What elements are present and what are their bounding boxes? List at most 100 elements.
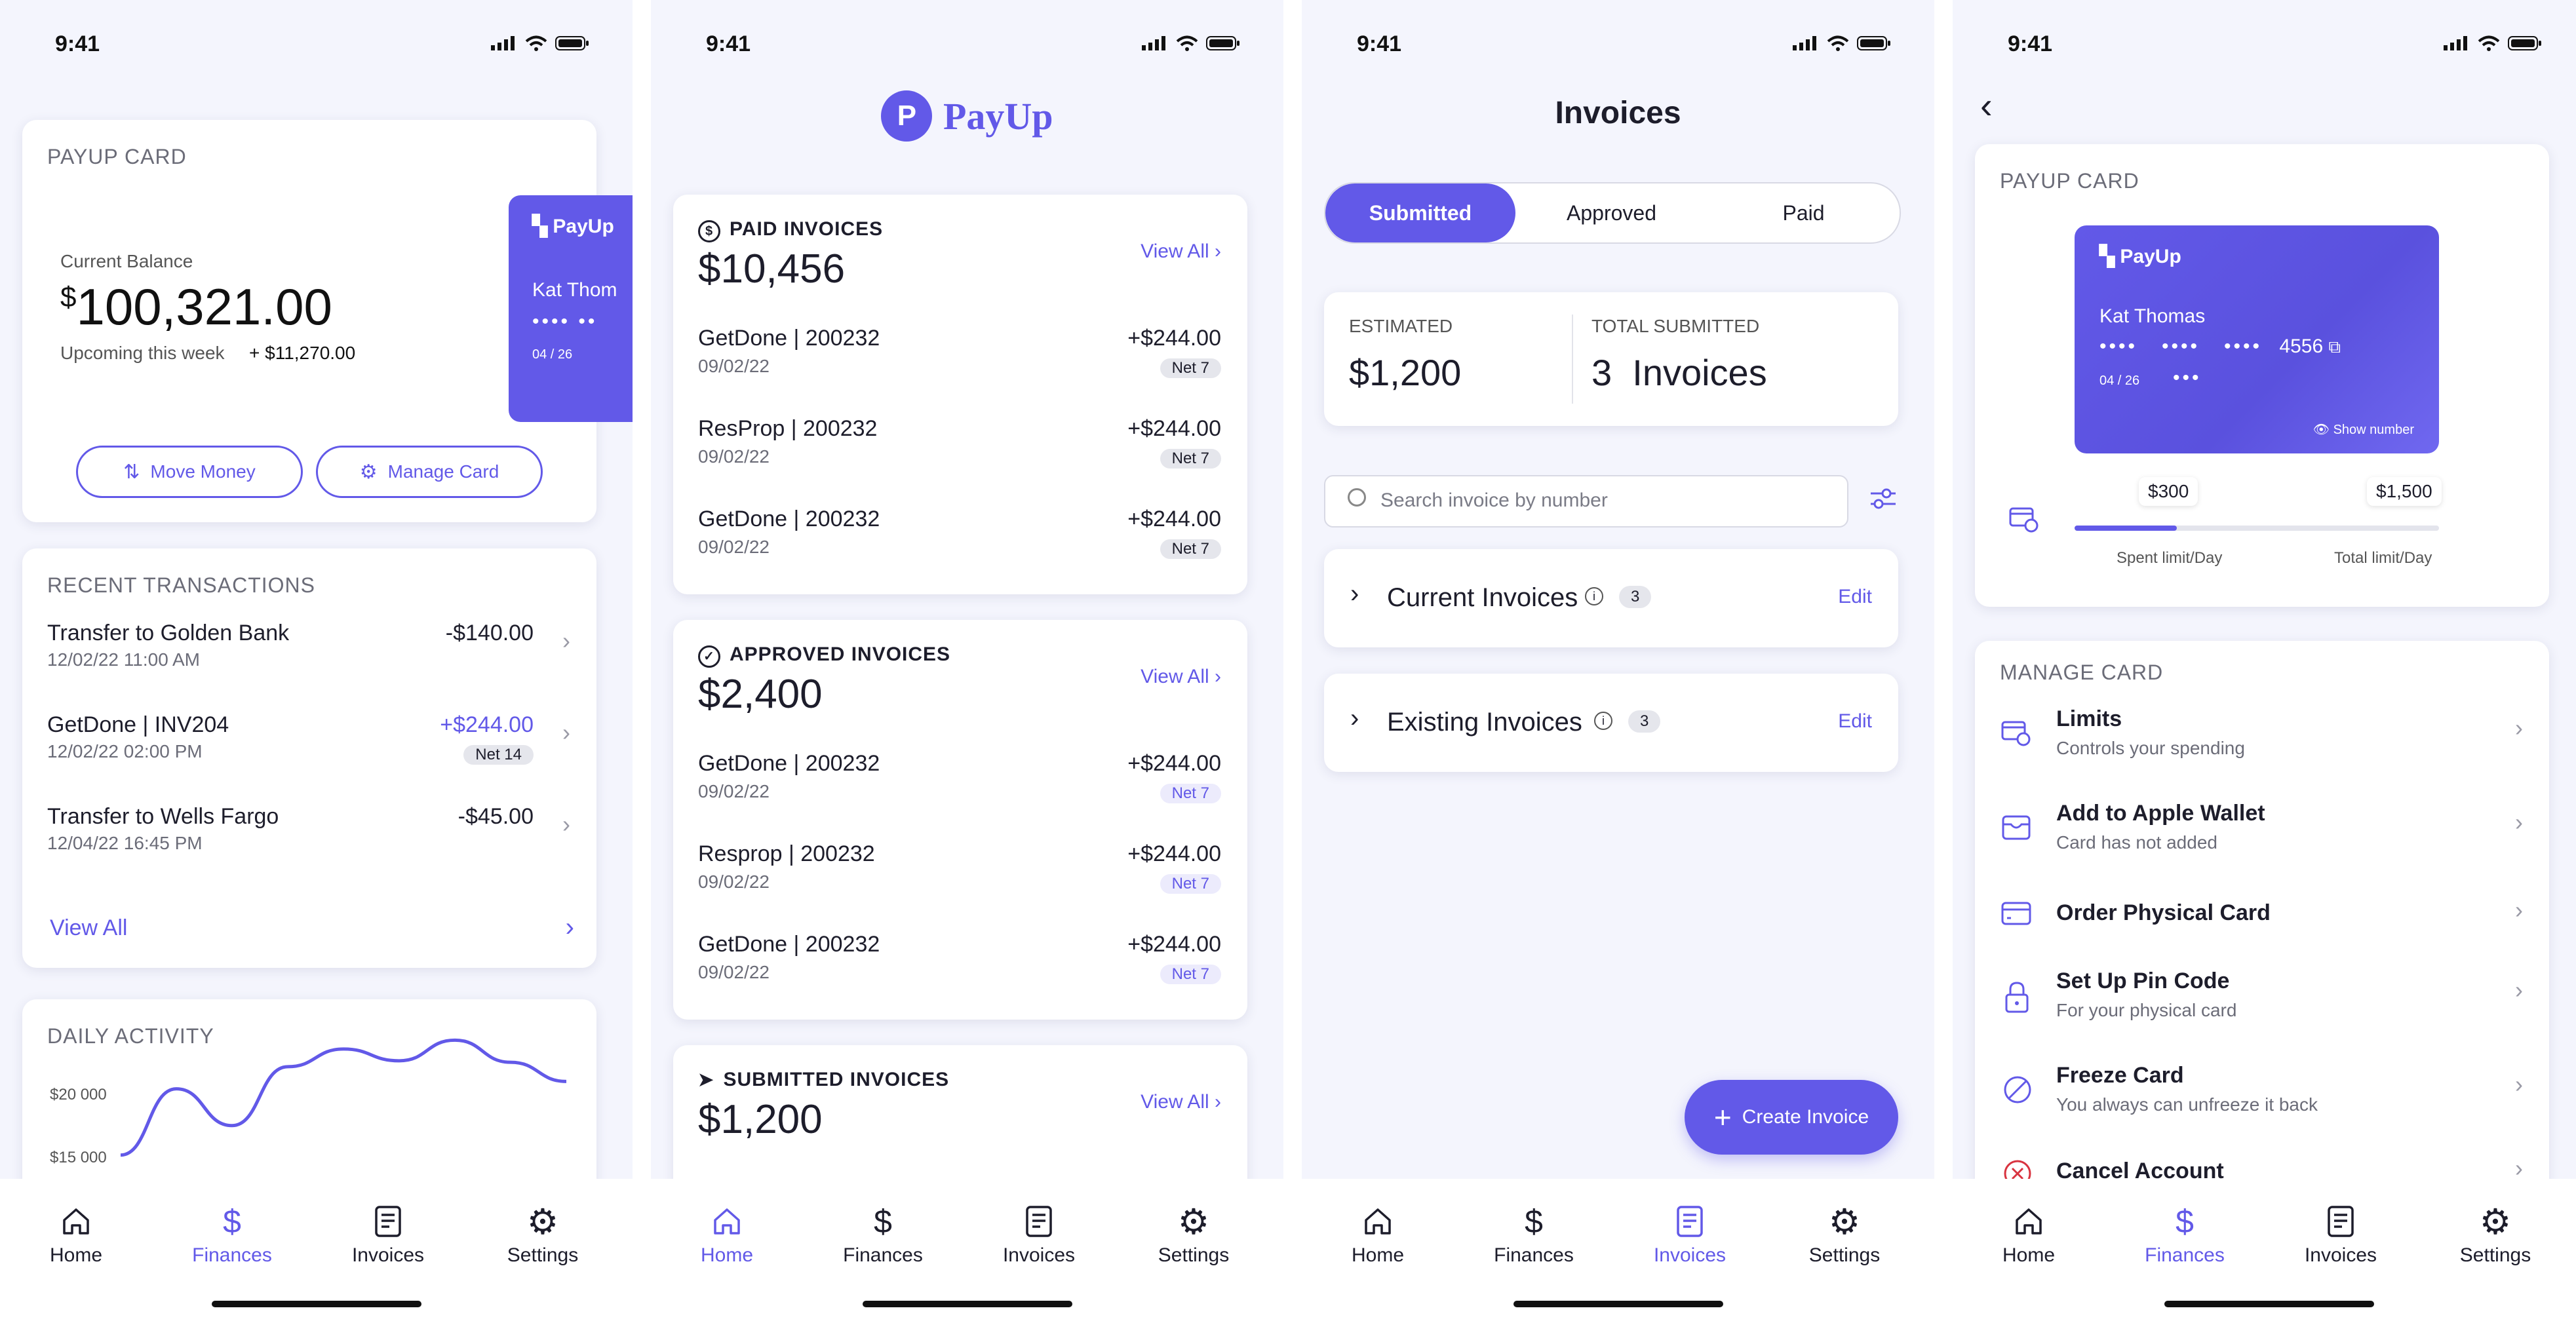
tab-home[interactable]: Home <box>10 1198 142 1267</box>
tab-label: Invoices <box>1653 1244 1727 1266</box>
transaction-row[interactable]: Transfer to Golden Bank 12/02/22 11:00 A… <box>22 621 596 699</box>
summary-panel: ESTIMATED $1,200 TOTAL SUBMITTED 3 Invoi… <box>1324 292 1898 426</box>
segment-submitted[interactable]: Submitted <box>1325 183 1515 242</box>
search-field[interactable]: Search invoice by number <box>1324 475 1848 527</box>
view-all-label: View All <box>50 915 128 940</box>
transaction-row[interactable]: Transfer to Wells Fargo 12/04/22 16:45 P… <box>22 804 596 883</box>
copy-icon[interactable]: ⧉ <box>2328 337 2341 356</box>
dollar-icon: $ <box>223 1203 241 1240</box>
gear-icon: ⚙ <box>2479 1202 2512 1242</box>
filter-icon[interactable] <box>1868 484 1898 514</box>
invoice-row[interactable]: Resprop | 200232 09/02/22 +$244.00 Net 7 <box>673 841 1247 913</box>
tab-label: Invoices <box>1002 1244 1076 1266</box>
tab-invoices[interactable]: Invoices <box>2275 1198 2406 1267</box>
transaction-date: 12/04/22 16:45 PM <box>47 833 203 853</box>
chevron-right-icon: › <box>562 811 570 837</box>
status-icons <box>491 35 589 51</box>
tab-invoices[interactable]: Invoices <box>1624 1198 1755 1267</box>
view-all-link[interactable]: View All › <box>1141 1091 1221 1113</box>
tab-finances[interactable]: $ Finances <box>817 1198 948 1267</box>
tab-home[interactable]: Home <box>1312 1198 1443 1267</box>
tab-label: Home <box>49 1244 103 1266</box>
invoice-amount: +$244.00 <box>1127 932 1221 957</box>
invoice-row[interactable]: GetDone | 200232 09/02/22 +$244.00 Net 7 <box>673 932 1247 1004</box>
manage-item-order-card[interactable]: Order Physical Card › <box>1975 896 2549 953</box>
manage-card-button[interactable]: ⚙ Manage Card <box>316 446 543 498</box>
chevron-right-icon: › <box>2515 714 2523 741</box>
count-badge: 3 <box>1619 586 1652 608</box>
tab-home[interactable]: Home <box>1963 1198 2094 1267</box>
invoice-group[interactable]: › Existing Invoices i 3 Edit <box>1324 674 1898 772</box>
invoice-row[interactable]: ResProp | 200232 09/02/22 +$244.00 Net 7 <box>673 416 1247 488</box>
card-preview[interactable]: ▚ PayUp Kat Thom •••• •• 04 / 26 <box>509 195 633 422</box>
manage-item-apple-wallet[interactable]: Add to Apple Wallet Card has not added › <box>1975 801 2549 879</box>
transaction-row[interactable]: GetDone | INV204 12/02/22 02:00 PM +$244… <box>22 712 596 791</box>
transaction-title: GetDone | INV204 <box>47 712 229 737</box>
tab-label: Settings <box>2459 1244 2531 1266</box>
view-all-link[interactable]: View All › <box>1141 240 1221 263</box>
manage-card-label: Manage Card <box>387 461 499 482</box>
card-cvv: ••• <box>2173 367 2202 389</box>
invoice-date: 09/02/22 <box>698 446 770 467</box>
invoice-date: 09/02/22 <box>698 872 770 892</box>
battery-icon <box>555 36 589 50</box>
create-invoice-button[interactable]: + Create Invoice <box>1685 1080 1898 1155</box>
back-icon[interactable]: ‹ <box>1980 84 1993 126</box>
tab-finances[interactable]: $ Finances <box>2119 1198 2250 1267</box>
payment-card[interactable]: ▚ PayUp Kat Thomas •••• •••• •••• 4556 ⧉… <box>2075 225 2439 453</box>
tab-finances[interactable]: $ Finances <box>166 1198 298 1267</box>
view-all-link[interactable]: View All › <box>50 913 574 948</box>
search-input[interactable]: Search invoice by number <box>1380 489 1608 512</box>
gear-icon: ⚙ <box>1828 1202 1861 1242</box>
tab-finances[interactable]: $ Finances <box>1468 1198 1599 1267</box>
edit-button[interactable]: Edit <box>1838 586 1872 608</box>
tab-label: Finances <box>1494 1244 1574 1266</box>
tab-label: Finances <box>2145 1244 2225 1266</box>
manage-item-pin-code[interactable]: Set Up Pin Code For your physical card › <box>1975 968 2549 1047</box>
battery-icon <box>1206 36 1239 50</box>
finances-screen: 9:41 PAYUP CARD Current Balance $100,321… <box>0 0 633 1323</box>
submitted-value: 3 Invoices <box>1591 352 1767 393</box>
section-total: $2,400 <box>698 672 823 717</box>
invoice-name: GetDone | 200232 <box>698 507 880 531</box>
tab-label: Home <box>700 1244 754 1266</box>
chevron-right-icon: › <box>2515 976 2523 1003</box>
edit-button[interactable]: Edit <box>1838 710 1872 733</box>
manage-item-freeze[interactable]: Freeze Card You always can unfreeze it b… <box>1975 1063 2549 1141</box>
brand-logo: ▚ PayUp <box>2099 245 2181 268</box>
tab-settings[interactable]: ⚙ Settings <box>477 1198 608 1267</box>
tab-label: Home <box>1351 1244 1405 1266</box>
payup-card-panel: PAYUP CARD Current Balance $100,321.00 U… <box>22 120 633 522</box>
transaction-title: Transfer to Wells Fargo <box>47 804 279 829</box>
tab-home[interactable]: Home <box>661 1198 792 1267</box>
card-last4: 4556 <box>2279 336 2324 357</box>
view-all-link[interactable]: View All › <box>1141 666 1221 688</box>
show-number-button[interactable]: 👁 Show number <box>2313 421 2414 438</box>
tab-bar: Home $ Finances Invoices ⚙ Settings <box>1953 1179 2576 1323</box>
invoice-group[interactable]: › Current Invoices i 3 Edit <box>1324 549 1898 647</box>
tab-settings[interactable]: ⚙ Settings <box>1128 1198 1259 1267</box>
tab-invoices[interactable]: Invoices <box>322 1198 454 1267</box>
invoice-row[interactable]: GetDone | 200232 09/02/22 +$244.00 Net 7 <box>673 507 1247 579</box>
move-money-button[interactable]: ⇅ Move Money <box>76 446 303 498</box>
tab-settings[interactable]: ⚙ Settings <box>1779 1198 1910 1267</box>
limit-progress-fill <box>2075 526 2177 531</box>
limit-icon <box>2009 506 2039 533</box>
invoice-date: 09/02/22 <box>698 537 770 557</box>
tab-settings[interactable]: ⚙ Settings <box>2430 1198 2561 1267</box>
total-value: $1,500 <box>2367 477 2442 506</box>
segment-paid[interactable]: Paid <box>1708 183 1900 242</box>
invoice-row[interactable]: GetDone | 200232 09/02/22 +$244.00 Net 7 <box>673 326 1247 398</box>
invoice-date: 09/02/22 <box>698 781 770 801</box>
tab-invoices[interactable]: Invoices <box>973 1198 1104 1267</box>
home-indicator <box>862 1301 1072 1307</box>
battery-icon <box>2508 36 2541 50</box>
item-subtitle: For your physical card <box>2056 1000 2237 1020</box>
invoice-row[interactable]: GetDone | 200232 09/02/22 +$244.00 Net 7 <box>673 751 1247 823</box>
segment-approved[interactable]: Approved <box>1515 183 1708 242</box>
chevron-right-icon: › <box>2515 896 2523 923</box>
section-title: RECENT TRANSACTIONS <box>47 573 315 597</box>
chevron-right-icon: › <box>1350 579 1359 608</box>
invoice-name: GetDone | 200232 <box>698 751 880 776</box>
manage-item-limits[interactable]: Limits Controls your spending › <box>1975 706 2549 785</box>
